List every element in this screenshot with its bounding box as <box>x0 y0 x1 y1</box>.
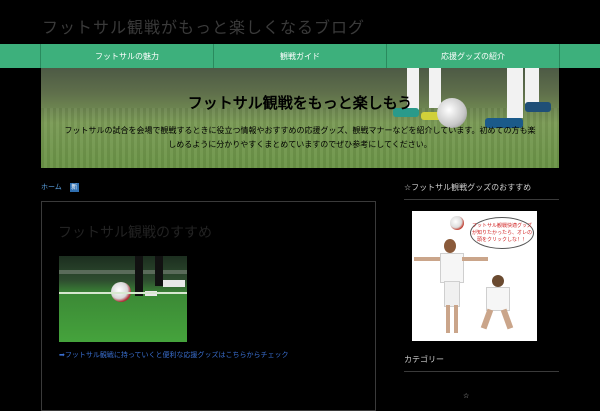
player-shorts <box>444 281 460 307</box>
flying-ball <box>450 216 464 230</box>
player-head <box>444 239 456 253</box>
sidebar-widget-title: ☆フットサル観戦グッズのおすすめ <box>404 182 559 200</box>
post-link[interactable]: ➡フットサル観戦に持っていくと便利な応援グッズはこちらからチェック <box>59 350 289 360</box>
post-thumbnail[interactable] <box>59 256 187 342</box>
player-leg <box>446 305 450 333</box>
sidebar-category-title: カテゴリー <box>404 354 559 372</box>
speech-bubble: フットサル観戦快適グッズが知りたかったら、オレの頭をクリックしな！！ <box>470 217 534 249</box>
post-link-label: フットサル観戦に持っていくと便利な応援グッズはこちらからチェック <box>64 351 289 359</box>
breadcrumb-current: 新 <box>69 182 79 192</box>
court-line <box>59 292 187 294</box>
hero-description: フットサルの試合を会場で観戦するときに役立つ情報やおすすめの応援グッズ、観戦マナ… <box>64 126 536 149</box>
site-title[interactable]: フットサル観戦がもっと楽しくなるブログ <box>42 14 365 38</box>
breadcrumb-home[interactable]: ホーム <box>41 182 62 192</box>
player-leg <box>454 305 458 333</box>
player-arm <box>462 257 488 261</box>
global-nav: フットサルの魅力 観戦ガイド 応援グッズの紹介 <box>0 44 600 68</box>
player-leg <box>500 308 514 330</box>
star-icon: ☆ <box>463 392 470 400</box>
player-leg <box>155 256 163 286</box>
player-leg <box>135 256 143 296</box>
player-arm <box>414 257 440 261</box>
hero-banner: フットサル観戦をもっと楽しもう フットサルの試合を会場で観戦するときに役立つ情報… <box>41 68 559 168</box>
player-body <box>440 253 464 283</box>
nav-item-1[interactable]: フットサルの魅力 <box>40 44 213 68</box>
fence-line <box>59 270 187 274</box>
breadcrumb: ホーム 新 <box>41 182 79 192</box>
player-leg <box>480 308 494 330</box>
player-body <box>486 287 510 311</box>
nav-item-2[interactable]: 観戦ガイド <box>213 44 386 68</box>
post-card: フットサル観戦のすすめ ➡フットサル観戦に持っていくと便利な応援グッズはこちらか… <box>41 201 376 411</box>
nav-item-3[interactable]: 応援グッズの紹介 <box>386 44 560 68</box>
player-head <box>492 275 504 287</box>
hero-title: フットサル観戦をもっと楽しもう <box>187 94 413 112</box>
sidebar-banner-image[interactable]: フットサル観戦快適グッズが知りたかったら、オレの頭をクリックしな！！ <box>412 211 537 341</box>
post-title[interactable]: フットサル観戦のすすめ <box>58 222 212 242</box>
player-shoe <box>163 280 185 287</box>
